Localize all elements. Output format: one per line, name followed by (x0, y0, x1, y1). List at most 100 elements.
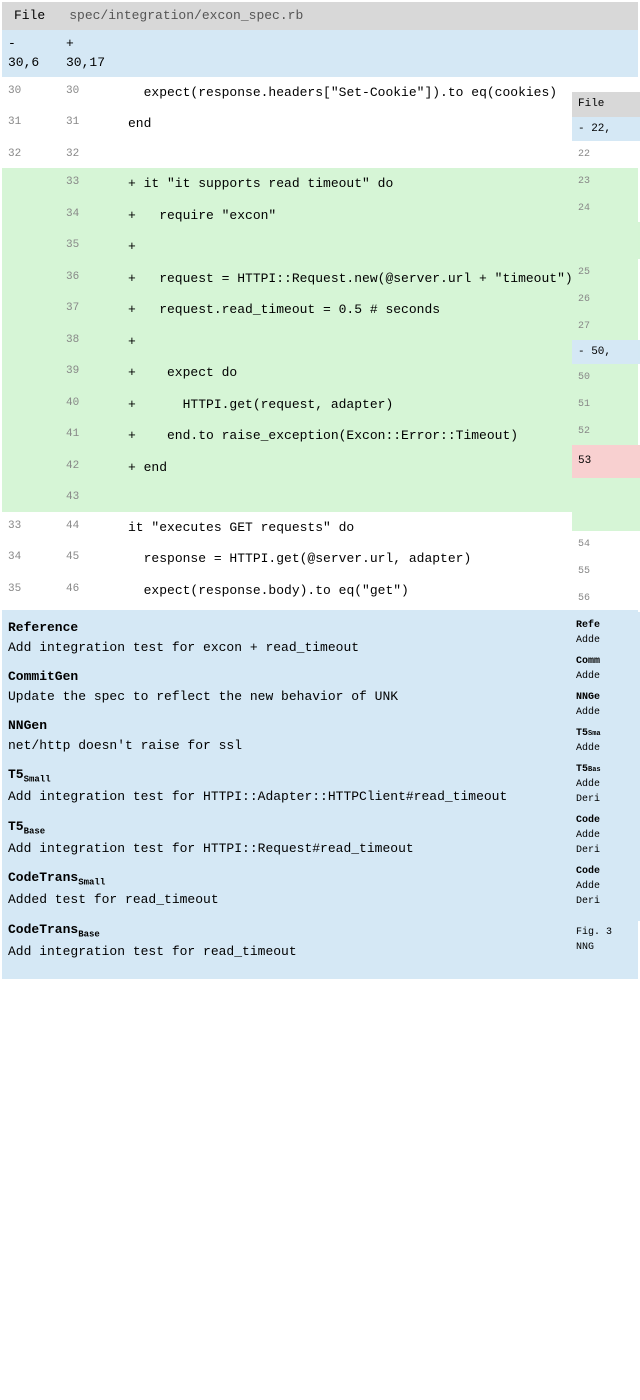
code-line: + request.read_timeout = 0.5 # seconds (118, 300, 638, 320)
model-output: T5SmallAdd integration test for HTTPI::A… (8, 765, 632, 807)
model-sub: Base (78, 929, 100, 939)
line-num-new: 43 (60, 489, 118, 506)
diff-row: 36+ request = HTTPI::Request.new(@server… (2, 263, 638, 295)
model-output: T5BaseAdd integration test for HTTPI::Re… (8, 817, 632, 859)
file-header: File spec/integration/excon_spec.rb (2, 2, 638, 30)
diff-row: 39+ expect do (2, 357, 638, 389)
code-line: + request = HTTPI::Request.new(@server.u… (118, 269, 638, 289)
line-num-new: 41 (60, 426, 118, 443)
right-fragment: File - 22, 222324 252627 - 50, 505152 53… (572, 0, 640, 959)
line-num-new: 32 (60, 146, 118, 163)
model-name: CommitGen (8, 667, 632, 687)
code-line: + require "excon" (118, 206, 638, 226)
model-text: net/http doesn't raise for ssl (8, 736, 632, 756)
line-num-new: 33 (60, 174, 118, 191)
line-num-new: 38 (60, 332, 118, 349)
right-model-output: T5BasAdde Deri (576, 762, 636, 807)
diff-row: 38+ (2, 326, 638, 358)
hunk-header: - 30,6 + 30,17 (2, 30, 638, 77)
diff-row: 35+ (2, 231, 638, 263)
code-line: + end.to raise_exception(Excon::Error::T… (118, 426, 638, 446)
line-num-new: 45 (60, 549, 118, 566)
right-hunk-1: - 22, (572, 117, 640, 142)
line-num-old: 32 (2, 146, 60, 163)
code-line: it "executes GET requests" do (118, 518, 638, 538)
code-line: expect(response.headers["Set-Cookie"]).t… (118, 83, 638, 103)
line-num-old: 31 (2, 114, 60, 131)
hunk-old: - 30,6 (2, 30, 60, 77)
diff-row: 33+ it "it supports read timeout" do (2, 168, 638, 200)
diff-row: 42+ end (2, 452, 638, 484)
right-line-num: 55 (572, 558, 640, 585)
model-name: CodeTransBase (8, 920, 632, 942)
diff-row: 3344it "executes GET requests" do (2, 512, 638, 544)
diff-row: 3445 response = HTTPI.get(@server.url, a… (2, 543, 638, 575)
code-line: end (118, 114, 638, 134)
model-sub: Base (24, 826, 46, 836)
diff-row: 3131end (2, 108, 638, 140)
right-added-2 (572, 478, 640, 531)
right-model-output: NNGeAdde (576, 690, 636, 720)
line-num-new: 46 (60, 581, 118, 598)
right-model-output: CodeAdde Deri (576, 864, 636, 909)
right-line-num: 51 (572, 391, 640, 418)
diff-row: 3232 (2, 140, 638, 169)
right-summary: RefeAddeCommAddeNNGeAddeT5SmaAddeT5BasAd… (572, 612, 640, 921)
line-num-new: 31 (60, 114, 118, 131)
line-num-old: 35 (2, 581, 60, 598)
right-model-output: RefeAdde (576, 618, 636, 648)
diff-container: File spec/integration/excon_spec.rb - 30… (0, 0, 640, 981)
file-path: spec/integration/excon_spec.rb (57, 2, 638, 30)
line-num-new: 44 (60, 518, 118, 535)
right-line-num: 23 (572, 168, 640, 195)
right-line-num: 24 (572, 195, 640, 222)
code-line: + (118, 332, 638, 352)
diff-row: 3546 expect(response.body).to eq("get") (2, 575, 638, 607)
line-num-new: 30 (60, 83, 118, 100)
model-output: NNGennet/http doesn't raise for ssl (8, 716, 632, 755)
code-line: + expect do (118, 363, 638, 383)
line-num-new: 39 (60, 363, 118, 380)
model-text: Add integration test for excon + read_ti… (8, 638, 632, 658)
code-line: expect(response.body).to eq("get") (118, 581, 638, 601)
code-line: + (118, 237, 638, 257)
code-line: + HTTPI.get(request, adapter) (118, 395, 638, 415)
right-line-num: 26 (572, 286, 640, 313)
model-text: Add integration test for HTTPI::Adapter:… (8, 787, 632, 807)
model-output: ReferenceAdd integration test for excon … (8, 618, 632, 657)
model-name: NNGen (8, 716, 632, 736)
code-line: response = HTTPI.get(@server.url, adapte… (118, 549, 638, 569)
right-caption: Fig. 3 NNG (572, 921, 640, 959)
model-text: Added test for read_timeout (8, 890, 632, 910)
model-output: CodeTransSmallAdded test for read_timeou… (8, 868, 632, 910)
code-line: + end (118, 458, 638, 478)
line-num-old: 34 (2, 549, 60, 566)
diff-row: 3030 expect(response.headers["Set-Cookie… (2, 77, 638, 109)
line-num-new: 40 (60, 395, 118, 412)
diff-row: 43 (2, 483, 638, 512)
model-name: T5Base (8, 817, 632, 839)
right-added-1 (572, 222, 640, 259)
right-line-num: 52 (572, 418, 640, 445)
right-line-num: 50 (572, 364, 640, 391)
diff-row: 34+ require "excon" (2, 200, 638, 232)
model-output: CommitGenUpdate the spec to reflect the … (8, 667, 632, 706)
right-file-label: File (572, 92, 640, 117)
line-num-new: 42 (60, 458, 118, 475)
right-line-num: 54 (572, 531, 640, 558)
hunk-new: + 30,17 (60, 30, 118, 77)
diff-row: 40+ HTTPI.get(request, adapter) (2, 389, 638, 421)
line-num-new: 35 (60, 237, 118, 254)
model-sub: Small (78, 878, 105, 888)
right-hunk-2: - 50, (572, 340, 640, 365)
right-line-num: 56 (572, 585, 640, 612)
model-text: Add integration test for read_timeout (8, 942, 632, 962)
model-text: Add integration test for HTTPI::Request#… (8, 839, 632, 859)
diff-row: 37+ request.read_timeout = 0.5 # seconds (2, 294, 638, 326)
file-label: File (2, 2, 57, 30)
model-name: CodeTransSmall (8, 868, 632, 890)
model-sub: Small (24, 775, 51, 785)
model-output: CodeTransBaseAdd integration test for re… (8, 920, 632, 962)
right-model-output: CommAdde (576, 654, 636, 684)
line-num-new: 36 (60, 269, 118, 286)
